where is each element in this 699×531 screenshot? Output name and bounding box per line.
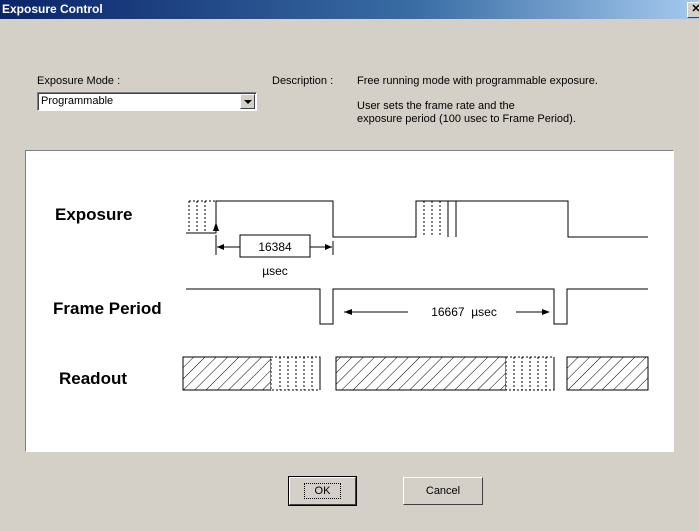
ok-button[interactable]: OK (288, 476, 357, 506)
ok-button-label: OK (303, 483, 342, 499)
exposure-mode-label: Exposure Mode : (37, 75, 121, 87)
exposure-control-dialog: Exposure Control ✕ Exposure Mode : Progr… (0, 0, 699, 531)
timing-diagram: 16384 µsec 16667 µsec (182, 200, 649, 391)
description-line-3: exposure period (100 usec to Frame Perio… (357, 113, 576, 125)
readout-blocks (182, 356, 649, 391)
exposure-value-text: 16384 (258, 240, 292, 254)
dialog-title: Exposure Control (2, 2, 103, 16)
chevron-down-icon[interactable] (240, 94, 255, 109)
exposure-unit-text: µsec (262, 264, 288, 278)
exposure-mode-select[interactable]: Programmable (37, 92, 257, 111)
title-bar: Exposure Control ✕ (0, 0, 699, 19)
timing-diagram-panel: Exposure Frame Period Readout 16384 µsec… (25, 150, 674, 452)
frame-period-text: 16667 µsec (431, 305, 497, 319)
frame-period-waveform (186, 288, 648, 325)
description-line-2: User sets the frame rate and the (357, 100, 515, 112)
close-icon[interactable]: ✕ (687, 2, 699, 18)
exposure-start-arrow (213, 222, 219, 231)
cancel-button[interactable]: Cancel (403, 477, 483, 505)
description-line-1: Free running mode with programmable expo… (357, 75, 598, 87)
exposure-waveform (186, 200, 648, 238)
exposure-mode-value: Programmable (41, 95, 114, 107)
description-label: Description : (272, 75, 334, 87)
